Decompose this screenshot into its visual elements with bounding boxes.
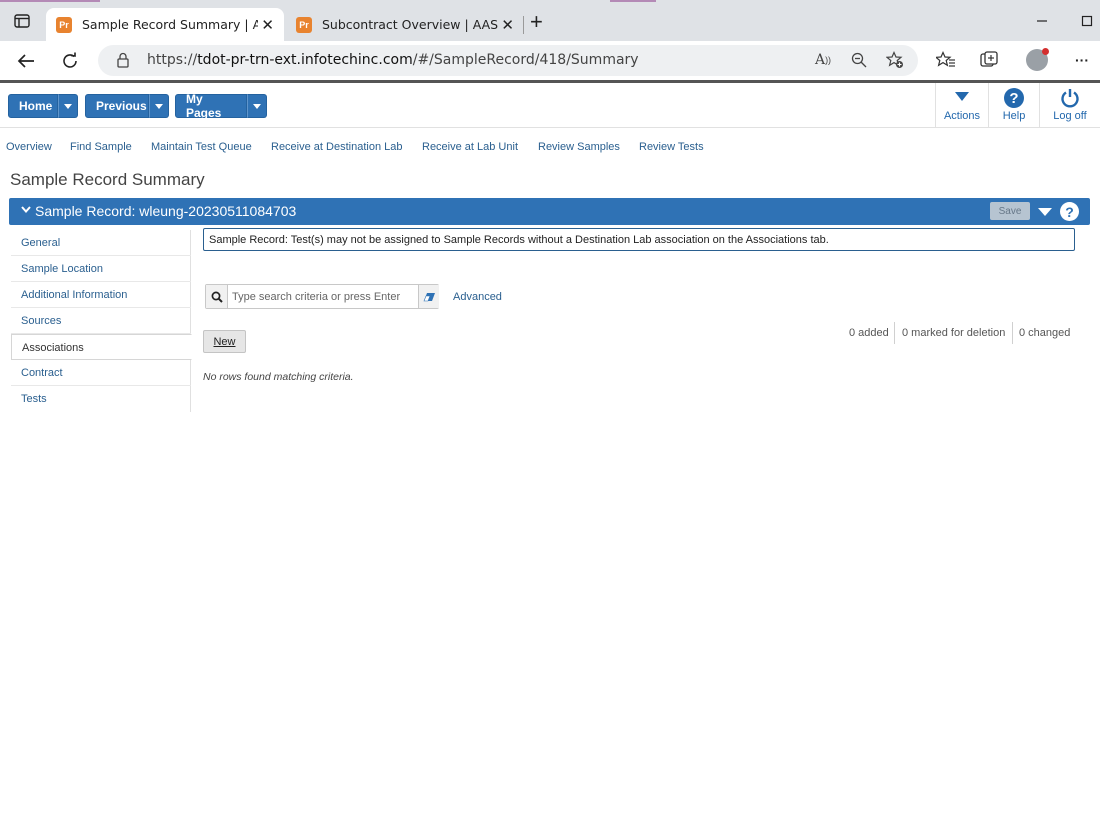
lock-icon[interactable]	[112, 49, 134, 71]
favicon-icon: Pr	[56, 16, 72, 33]
new-button[interactable]: New	[203, 330, 246, 353]
my-pages-button[interactable]: My Pages	[175, 92, 247, 120]
previous-button[interactable]: Previous	[85, 94, 149, 118]
close-icon[interactable]: ✕	[261, 16, 274, 34]
log-off-button[interactable]: Log off	[1039, 83, 1100, 128]
caret-down-icon	[955, 92, 969, 101]
address-bar-row: https://tdot-pr-trn-ext.infotechinc.com/…	[0, 41, 1100, 80]
chevron-down-icon	[155, 103, 163, 109]
help-icon: ?	[1004, 88, 1024, 108]
app-toolbar: Home Previous My Pages Actions ? Help Lo…	[0, 83, 1100, 128]
tab-strip-accent	[0, 0, 100, 2]
tab-separator	[523, 16, 524, 34]
subnav-review-tests[interactable]: Review Tests	[639, 141, 704, 153]
validation-alert: Sample Record: Test(s) may not be assign…	[203, 228, 1075, 251]
my-pages-dropdown-button[interactable]	[247, 94, 267, 118]
help-button[interactable]: ? Help	[988, 83, 1039, 128]
search-input[interactable]	[229, 285, 419, 308]
search-box	[205, 284, 439, 309]
actions-label: Actions	[943, 110, 981, 122]
previous-split-button: Previous	[85, 94, 169, 118]
count-divider	[1012, 322, 1013, 344]
favorites-icon[interactable]	[935, 49, 957, 71]
close-icon[interactable]: ✕	[501, 16, 514, 34]
panel-help-icon[interactable]: ?	[1060, 202, 1079, 221]
favicon-icon: Pr	[296, 16, 312, 33]
empty-grid-message: No rows found matching criteria.	[203, 371, 354, 383]
help-label: Help	[1002, 110, 1026, 122]
url-text: https://tdot-pr-trn-ext.infotechinc.com/…	[147, 52, 639, 68]
side-tab-additional-information[interactable]: Additional Information	[11, 282, 191, 308]
collections-icon[interactable]	[979, 49, 1001, 71]
panel-header: Sample Record: wleung-20230511084703 Sav…	[9, 198, 1090, 225]
more-menu-icon[interactable]: ···	[1071, 49, 1093, 71]
zoom-out-icon[interactable]	[848, 49, 870, 71]
subnav-find-sample[interactable]: Find Sample	[70, 141, 132, 153]
panel-title: Sample Record: wleung-20230511084703	[35, 203, 297, 219]
read-aloud-icon[interactable]: A))	[812, 49, 834, 71]
save-button[interactable]: Save	[990, 202, 1030, 220]
added-count: 0 added	[849, 327, 889, 339]
browser-tab-subcontract[interactable]: Pr Subcontract Overview | AASHTO\ ✕	[286, 8, 524, 41]
side-tab-associations[interactable]: Associations	[11, 334, 192, 360]
add-favorite-icon[interactable]	[884, 49, 906, 71]
changed-count: 0 changed	[1019, 327, 1071, 339]
actions-button[interactable]: Actions	[935, 83, 988, 128]
maximize-icon[interactable]	[1075, 9, 1099, 33]
tab-strip-accent	[610, 0, 656, 2]
count-divider	[894, 322, 895, 344]
eraser-icon[interactable]	[418, 285, 439, 308]
browser-tab-strip: Pr Sample Record Summary | AASH ✕ Pr Sub…	[0, 0, 1100, 41]
side-tab-general[interactable]: General	[11, 230, 191, 256]
collapse-chevron-icon[interactable]	[21, 206, 31, 213]
home-button[interactable]: Home	[8, 94, 58, 118]
subnav-overview[interactable]: Overview	[6, 141, 52, 153]
chevron-down-icon	[64, 103, 72, 109]
notification-dot	[1042, 48, 1049, 55]
log-off-label: Log off	[1053, 110, 1087, 122]
back-arrow-icon[interactable]	[14, 49, 38, 73]
side-tab-contract[interactable]: Contract	[11, 360, 191, 386]
svg-text:?: ?	[1009, 90, 1018, 107]
deleted-count: 0 marked for deletion	[902, 327, 1006, 339]
tab-title: Sample Record Summary | AASH	[82, 17, 258, 32]
subnav-review-samples[interactable]: Review Samples	[538, 141, 620, 153]
previous-dropdown-button[interactable]	[149, 94, 169, 118]
subnav-maintain-test-queue[interactable]: Maintain Test Queue	[151, 141, 252, 153]
home-split-button: Home	[8, 94, 78, 118]
new-tab-icon[interactable]: +	[530, 11, 543, 33]
minimize-icon[interactable]	[1030, 9, 1054, 33]
subnav-receive-destination-lab[interactable]: Receive at Destination Lab	[271, 141, 402, 153]
search-icon[interactable]	[206, 285, 228, 308]
page-title: Sample Record Summary	[10, 170, 205, 189]
side-tab-sample-location[interactable]: Sample Location	[11, 256, 191, 282]
side-tab-list: General Sample Location Additional Infor…	[11, 230, 192, 412]
chevron-down-icon	[253, 103, 261, 109]
side-tab-tests[interactable]: Tests	[11, 386, 191, 412]
power-icon	[1061, 89, 1079, 108]
refresh-icon[interactable]	[58, 49, 82, 73]
tab-title: Subcontract Overview | AASHTO\	[322, 17, 498, 32]
side-tab-sources[interactable]: Sources	[11, 308, 191, 334]
subnav-receive-lab-unit[interactable]: Receive at Lab Unit	[422, 141, 518, 153]
panel-menu-caret-icon[interactable]	[1038, 208, 1052, 216]
tab-actions-icon[interactable]	[10, 9, 34, 33]
advanced-search-link[interactable]: Advanced	[453, 291, 502, 303]
my-pages-split-button: My Pages	[175, 92, 267, 120]
url-field[interactable]: https://tdot-pr-trn-ext.infotechinc.com/…	[98, 45, 918, 76]
browser-tab-sample-record[interactable]: Pr Sample Record Summary | AASH ✕	[46, 8, 284, 41]
home-dropdown-button[interactable]	[58, 94, 78, 118]
